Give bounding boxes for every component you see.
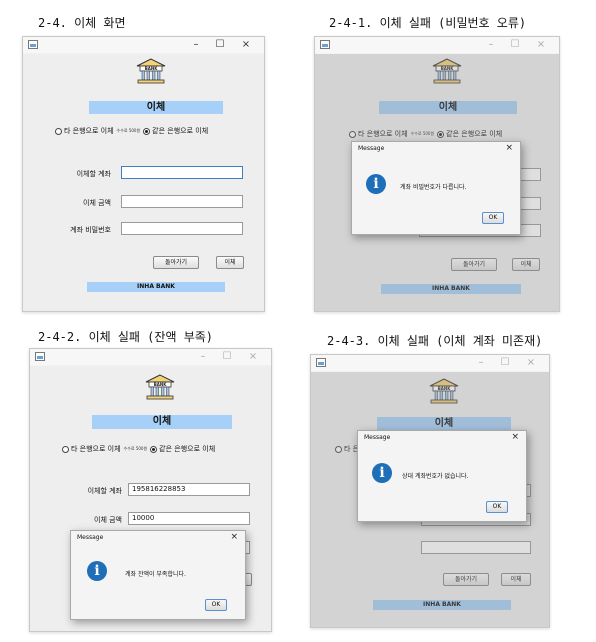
label-password: 계좌 비밀번호 — [70, 226, 111, 234]
bank-building-icon: BANK — [145, 374, 175, 400]
minimize-button[interactable]: – — [195, 350, 211, 364]
window-titlebar: – ☐ × — [30, 349, 271, 365]
caption-password-error: 2-4-1. 이체 실패 (비밀번호 오류) — [329, 16, 527, 30]
dialog-close-icon[interactable]: × — [505, 143, 513, 153]
bank-logo-text: BANK — [145, 66, 158, 71]
amount-input[interactable]: 10000 — [128, 512, 250, 525]
dialog-close-icon[interactable]: × — [230, 532, 238, 542]
transfer-window-no-account: – ☐ × BANK 이체 타 은행으로 이체수수료 500원같은 은행으로 이… — [310, 354, 550, 628]
radio-row: 타 은행으로 이체수수료 500원 같은 은행으로 이체 — [55, 126, 208, 136]
radio-same-bank[interactable] — [143, 127, 151, 135]
window-titlebar: – ☐ × — [315, 37, 559, 53]
app-icon — [320, 40, 330, 49]
footer-bank-name: INHA BANK — [87, 282, 225, 292]
caption-no-account: 2-4-3. 이체 실패 (이체 계좌 미존재) — [327, 334, 543, 348]
message-dialog: Message × i 계좌 잔액이 부족합니다. OK — [70, 530, 246, 620]
transfer-window: – ☐ × BANK 이체 타 은행으로 이체 수수료 500원 같은 은행으로 이… — [22, 36, 265, 312]
maximize-button[interactable]: ☐ — [507, 38, 523, 52]
caption-transfer-screen: 2-4. 이체 화면 — [38, 16, 126, 30]
dialog-title: Message — [364, 434, 391, 441]
transfer-button[interactable]: 이체 — [216, 256, 244, 269]
info-icon: i — [366, 174, 386, 194]
close-button[interactable]: × — [533, 38, 549, 52]
dialog-close-icon[interactable]: × — [511, 432, 519, 442]
page-title: 이체 — [89, 101, 223, 114]
window-titlebar: – ☐ × — [311, 355, 549, 371]
maximize-button[interactable]: ☐ — [212, 38, 228, 52]
password-input[interactable] — [121, 222, 243, 235]
dialog-title: Message — [358, 145, 385, 152]
radio-row: 타 은행으로 이체수수료 500원 같은 은행으로 이체 — [62, 444, 215, 454]
dialog-message: 계좌 잔액이 부족합니다. — [125, 571, 186, 578]
radio-other-bank[interactable] — [62, 445, 69, 453]
ok-button[interactable]: OK — [482, 212, 504, 224]
radio-same-bank[interactable] — [150, 445, 158, 453]
close-button[interactable]: × — [523, 356, 539, 370]
app-icon — [35, 352, 45, 361]
account-input[interactable]: 195816228853 — [128, 483, 250, 496]
amount-input[interactable] — [121, 195, 243, 208]
maximize-button[interactable]: ☐ — [497, 356, 513, 370]
info-icon: i — [372, 463, 392, 483]
dialog-title: Message — [77, 534, 104, 541]
radio-same-label: 같은 은행으로 이체 — [152, 127, 209, 135]
label-amount: 이체 금액 — [83, 199, 111, 207]
transfer-window-insufficient: – ☐ × BANK 이체 타 은행으로 이체 수수료 500원 같은 은행으로 이… — [29, 348, 272, 632]
radio-same-label: 같은 은행으로 이체 — [159, 445, 216, 453]
transfer-window-password-error: – ☐ × BANK 이체 타 은행으로 이체 수수료 500원 같은 은행으로 이… — [314, 36, 560, 312]
message-dialog: Message × i 상대 계좌번호가 없습니다. OK — [357, 430, 527, 522]
caption-insufficient-balance: 2-4-2. 이체 실패 (잔액 부족) — [38, 330, 214, 344]
back-button[interactable]: 돌아가기 — [153, 256, 199, 269]
ok-button[interactable]: OK — [205, 599, 227, 611]
radio-other-label: 타 은행으로 이체 — [64, 127, 114, 135]
minimize-button[interactable]: – — [188, 38, 204, 52]
radio-other-label: 타 은행으로 이체 — [71, 445, 121, 453]
close-button[interactable]: × — [245, 350, 261, 364]
app-icon — [316, 358, 326, 367]
message-dialog: Message × i 계좌 비밀번호가 다릅니다. OK — [351, 141, 521, 235]
label-account: 이체할 계좌 — [76, 170, 111, 178]
window-titlebar: – ☐ × — [23, 37, 264, 53]
maximize-button[interactable]: ☐ — [219, 350, 235, 364]
ok-button[interactable]: OK — [486, 501, 508, 513]
minimize-button[interactable]: – — [483, 38, 499, 52]
app-icon — [28, 40, 38, 49]
page-title: 이체 — [92, 415, 232, 429]
close-button[interactable]: × — [238, 38, 254, 52]
fee-note: 수수료 500원 — [123, 446, 148, 451]
dialog-message: 상대 계좌번호가 없습니다. — [402, 473, 469, 480]
bank-building-icon: BANK — [136, 58, 166, 84]
radio-other-bank[interactable] — [55, 127, 62, 135]
label-amount: 이체 금액 — [94, 516, 122, 524]
account-input[interactable] — [121, 166, 243, 179]
info-icon: i — [87, 561, 107, 581]
label-account: 이체할 계좌 — [87, 487, 122, 495]
fee-note: 수수료 500원 — [116, 128, 141, 133]
bank-logo-text: BANK — [154, 382, 167, 387]
dialog-message: 계좌 비밀번호가 다릅니다. — [400, 184, 467, 191]
minimize-button[interactable]: – — [473, 356, 489, 370]
